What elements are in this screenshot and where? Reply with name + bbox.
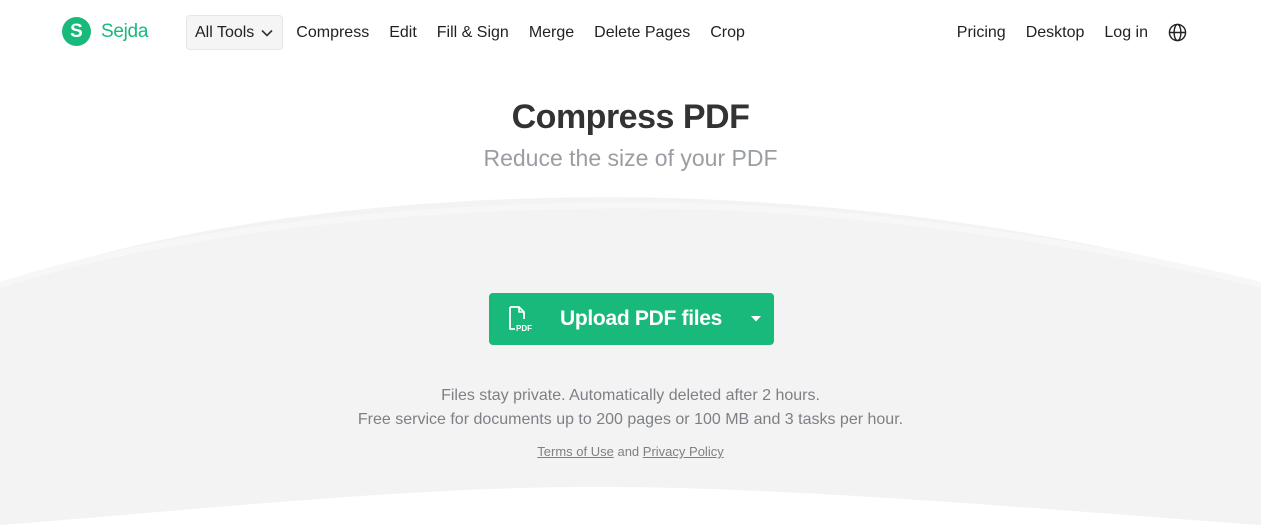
upload-pdf-button[interactable]: PDF Upload PDF files xyxy=(489,293,774,345)
globe-icon xyxy=(1168,23,1187,42)
privacy-note: Files stay private. Automatically delete… xyxy=(441,387,820,404)
caret-down-icon xyxy=(751,316,761,322)
nav-link-edit[interactable]: Edit xyxy=(379,15,427,50)
logo-mark-icon: S xyxy=(62,17,91,46)
all-tools-label: All Tools xyxy=(195,23,255,41)
page-subtitle: Reduce the size of your PDF xyxy=(483,145,778,171)
nav-link-desktop[interactable]: Desktop xyxy=(1016,15,1095,50)
limits-note: Free service for documents up to 200 pag… xyxy=(357,411,904,428)
logo-text: Sejda xyxy=(101,20,149,42)
nav-link-pricing[interactable]: Pricing xyxy=(947,15,1016,50)
account-menu: Pricing Desktop Log in xyxy=(947,15,1195,50)
nav-link-fill-sign[interactable]: Fill & Sign xyxy=(427,15,519,50)
chevron-down-icon xyxy=(261,29,273,37)
nav-link-merge[interactable]: Merge xyxy=(519,15,584,50)
legal-links: Terms of Use and Privacy Policy xyxy=(0,444,1261,459)
legal-and-text: and xyxy=(617,444,640,459)
nav-link-crop[interactable]: Crop xyxy=(700,15,755,50)
privacy-policy-link[interactable]: Privacy Policy xyxy=(643,444,724,459)
all-tools-dropdown[interactable]: All Tools xyxy=(186,15,284,50)
nav-link-compress[interactable]: Compress xyxy=(283,15,379,50)
main-menu: All Tools Compress Edit Fill & Sign Merg… xyxy=(186,15,755,50)
upload-options-dropdown[interactable] xyxy=(738,293,774,345)
nav-link-login[interactable]: Log in xyxy=(1094,15,1158,50)
page-title: Compress PDF xyxy=(511,98,750,136)
pdf-file-icon: PDF xyxy=(489,293,549,345)
sejda-logo[interactable]: S Sejda xyxy=(62,17,148,46)
terms-of-use-link[interactable]: Terms of Use xyxy=(537,444,614,459)
language-button[interactable] xyxy=(1160,15,1195,50)
upload-button-label: Upload PDF files xyxy=(560,307,723,330)
top-navbar: S Sejda All Tools Compress Edit Fill & S… xyxy=(0,0,1261,65)
background-wave xyxy=(0,197,1261,525)
nav-link-delete-pages[interactable]: Delete Pages xyxy=(584,15,700,50)
svg-text:PDF: PDF xyxy=(516,324,532,333)
